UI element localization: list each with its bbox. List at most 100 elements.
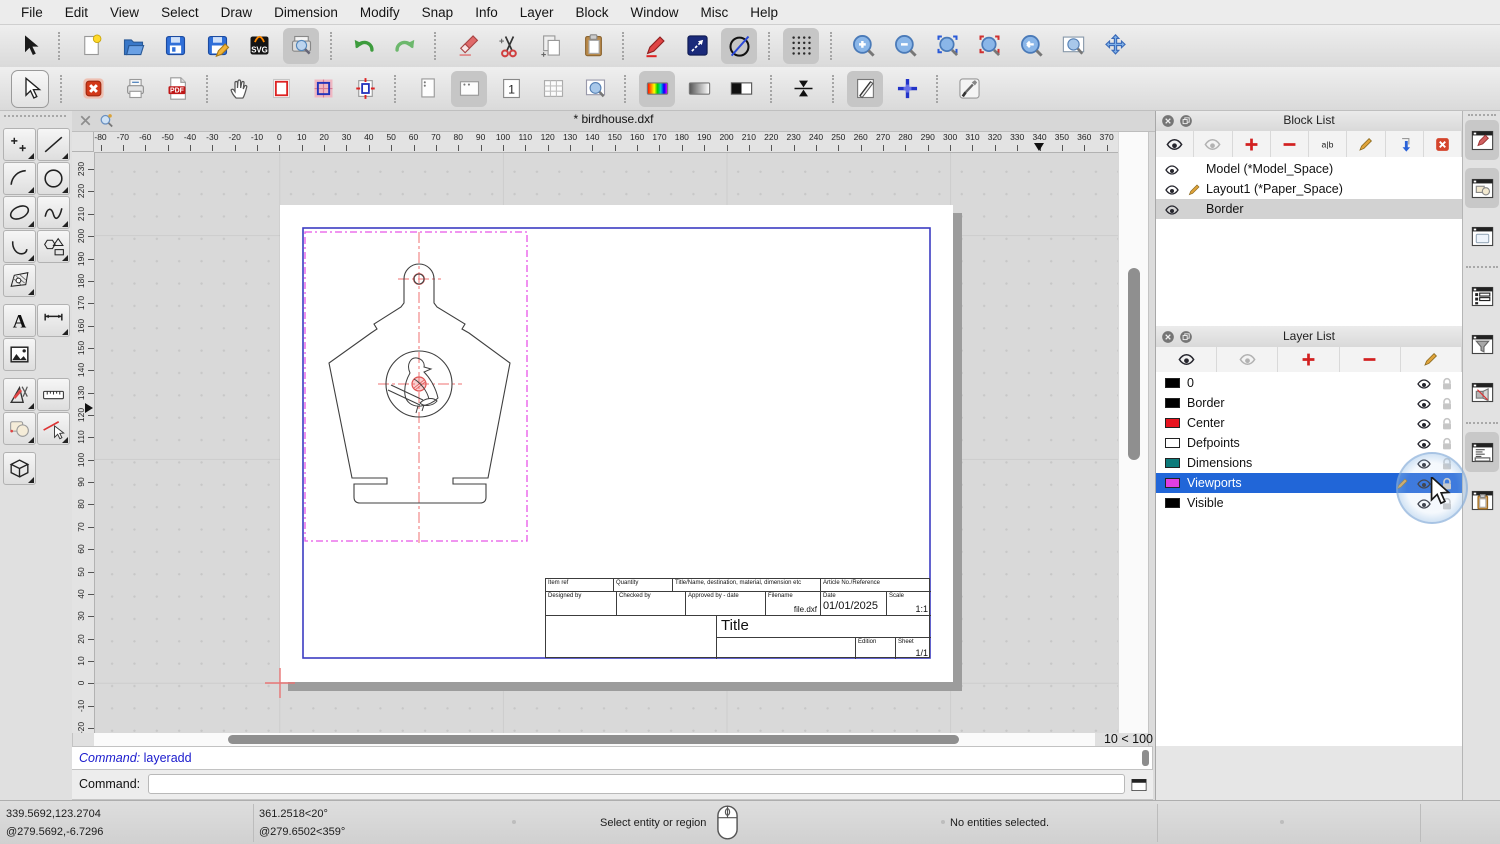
settings-tools-button[interactable] [951,71,987,107]
block-visibility-eye-icon[interactable] [1164,162,1180,176]
layer-item-border[interactable]: Border [1156,393,1462,413]
layer-lock-icon[interactable] [1439,436,1455,450]
print-button[interactable] [117,71,153,107]
menu-edit[interactable]: Edit [54,5,99,20]
circle-tool[interactable] [37,162,70,195]
undo-button[interactable] [345,28,381,64]
horizontal-scrollbar-thumb[interactable] [228,735,959,744]
zoom-auto-button[interactable] [929,28,965,64]
remove-block-button[interactable] [1271,131,1309,157]
add-layer-button[interactable] [1278,347,1340,372]
print-preview-button[interactable] [283,27,319,64]
menu-dimension[interactable]: Dimension [263,5,349,20]
delete-entities-button[interactable] [449,28,485,64]
cut-button[interactable] [491,28,527,64]
zoom-pan-button[interactable] [1097,28,1133,64]
block-list-dock-button[interactable] [1465,120,1499,160]
ellipse-tool[interactable] [3,196,36,229]
menu-modify[interactable]: Modify [349,5,411,20]
zoom-in-button[interactable] [845,28,881,64]
rename-block-button[interactable]: a|b [1309,131,1348,157]
layer-visibility-eye-icon[interactable] [1416,416,1432,430]
menu-misc[interactable]: Misc [690,5,740,20]
hide-all-blocks-button[interactable] [1194,131,1233,157]
open-document-button[interactable] [115,28,151,64]
export-svg-button[interactable]: SVG [241,28,277,64]
menu-snap[interactable]: Snap [411,5,465,20]
viewport-fit-button[interactable] [347,71,383,107]
polygon-tool[interactable] [37,230,70,263]
command-history-scrollbar[interactable] [1142,750,1149,766]
measure-tool[interactable] [37,378,70,411]
edit-block-button[interactable] [1347,131,1386,157]
quick-info-dock-button[interactable] [1465,216,1499,256]
menu-window[interactable]: Window [620,5,690,20]
export-pdf-button[interactable]: PDF [159,71,195,107]
select-tool[interactable] [37,412,70,445]
show-crosshair-button[interactable] [889,71,925,107]
draft-mode-button[interactable] [847,70,883,107]
layer-visibility-eye-icon[interactable] [1416,436,1432,450]
delete-block-button[interactable] [1424,131,1462,157]
redo-button[interactable] [387,28,423,64]
zoom-page-button[interactable] [577,71,613,107]
palette-drag-handle[interactable] [4,115,66,117]
select-pointer-button[interactable] [11,28,47,64]
zoom-window-button[interactable] [1055,28,1091,64]
layer-visibility-eye-icon[interactable] [1416,376,1432,390]
command-window-icon[interactable] [1130,776,1148,793]
layer-lock-icon[interactable] [1439,396,1455,410]
menu-info[interactable]: Info [464,5,509,20]
edit-pen-button[interactable] [637,28,673,64]
block-item-model-model-space-[interactable]: Model (*Model_Space) [1156,159,1462,179]
menu-view[interactable]: View [99,5,150,20]
layer-lock-icon[interactable] [1439,376,1455,390]
block-visibility-eye-icon[interactable] [1164,182,1180,196]
menu-select[interactable]: Select [150,5,210,20]
solid-tool[interactable] [3,452,36,485]
show-all-layers-button[interactable] [1156,347,1218,372]
menu-layer[interactable]: Layer [509,5,565,20]
multi-page-grid-button[interactable] [535,71,571,107]
viewport-fill-button[interactable] [305,71,341,107]
vertical-scrollbar[interactable] [1118,131,1149,733]
layer-item-defpoints[interactable]: Defpoints [1156,433,1462,453]
pan-hand-button[interactable] [221,71,257,107]
library-browser-dock-button[interactable] [1465,168,1499,208]
menu-help[interactable]: Help [739,5,789,20]
snap-grid-button[interactable] [783,27,819,64]
named-views-dock-button[interactable] [1465,372,1499,412]
block-visibility-eye-icon[interactable] [1164,202,1180,216]
grayscale-mode-button[interactable] [681,71,717,107]
save-as-button[interactable] [199,28,235,64]
image-tool[interactable] [3,338,36,371]
clipboard-dock-button[interactable] [1465,480,1499,520]
remove-layer-button[interactable] [1340,347,1401,372]
block-item-layout1-paper-space-[interactable]: Layout1 (*Paper_Space) [1156,179,1462,199]
points-tool[interactable] [3,128,36,161]
draw-kit-tool[interactable] [3,378,36,411]
arc-tool[interactable] [3,162,36,195]
show-all-blocks-button[interactable] [1156,131,1195,157]
paste-button[interactable] [575,28,611,64]
command-line-dock-button[interactable] [1465,432,1499,472]
layer-list-dock-button[interactable] [1465,276,1499,316]
viewport-outline-button[interactable] [263,71,299,107]
dimension-tool[interactable] [37,304,70,337]
page-portrait-button[interactable] [409,71,445,107]
modify-layer-button[interactable] [1401,347,1463,372]
layer-lock-icon[interactable] [1439,416,1455,430]
block-item-border[interactable]: Border [1156,199,1462,219]
add-block-button[interactable] [1233,131,1271,157]
copy-button[interactable] [533,28,569,64]
layer-visibility-eye-icon[interactable] [1416,396,1432,410]
command-input[interactable] [148,774,1125,794]
layer-item-center[interactable]: Center [1156,413,1462,433]
menu-block[interactable]: Block [565,5,620,20]
dock-drag-handle[interactable] [1468,114,1496,116]
zoom-previous-button[interactable] [1013,28,1049,64]
modify-tool[interactable] [3,412,36,445]
page-landscape-button[interactable] [451,70,487,107]
insert-block-button[interactable] [1386,131,1424,157]
zoom-out-button[interactable] [887,28,923,64]
